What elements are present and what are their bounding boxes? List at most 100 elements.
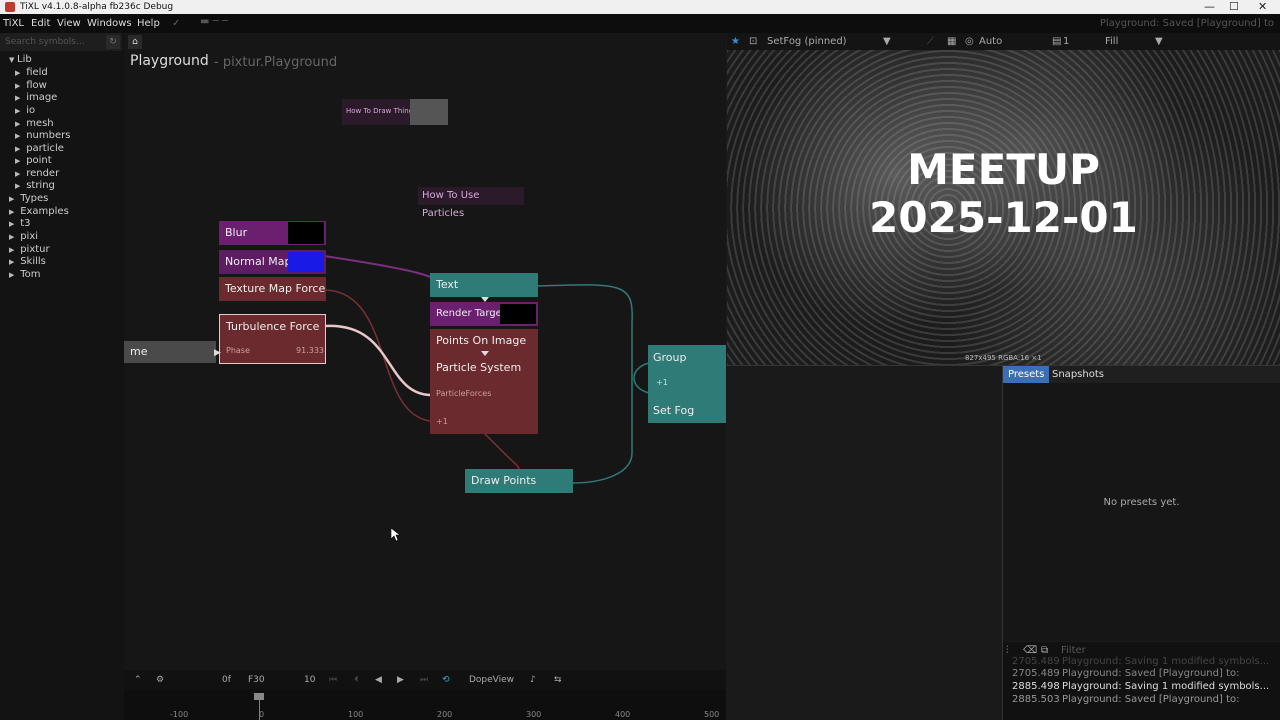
close-icon[interactable]: ✕ bbox=[1258, 0, 1267, 14]
menu-edit[interactable]: Edit bbox=[31, 14, 50, 33]
skip-to-start-icon[interactable]: ⏮ bbox=[329, 670, 337, 690]
menu-tixl[interactable]: TiXL bbox=[3, 14, 24, 33]
tree-item-skills[interactable]: ▶ Skills bbox=[9, 256, 46, 267]
tree-item-flow[interactable]: ▶ flow bbox=[15, 80, 47, 91]
chevron-right-icon: ▶ bbox=[15, 145, 21, 153]
menu-windows[interactable]: Windows bbox=[87, 14, 132, 33]
tree-item-types[interactable]: ▶ Types bbox=[9, 193, 48, 204]
tree-item-string[interactable]: ▶ string bbox=[15, 180, 55, 191]
tree-item-tom[interactable]: ▶ Tom bbox=[9, 269, 40, 280]
node-time[interactable]: me bbox=[124, 341, 216, 363]
menu-view[interactable]: View bbox=[57, 14, 81, 33]
tree-item-mesh[interactable]: ▶ mesh bbox=[15, 118, 54, 129]
node-texture-map-force[interactable]: Texture Map Force bbox=[219, 277, 326, 301]
node-particle-group[interactable]: Points On Image Particle System Particle… bbox=[430, 329, 538, 434]
empty-panel bbox=[727, 366, 1002, 720]
tab-presets[interactable]: Presets bbox=[1003, 366, 1050, 383]
node-thumbnail bbox=[288, 252, 324, 272]
checkmark-icon: ✓ bbox=[172, 18, 181, 29]
tree-item-pixtur[interactable]: ▶ pixtur bbox=[9, 244, 50, 255]
chevron-right-icon: ▶ bbox=[9, 258, 15, 266]
skip-to-end-icon[interactable]: ⏭ bbox=[420, 670, 428, 690]
console-log-panel: ⫶ ⌫ ⧉ Filter 2705.489 Playground: Saving … bbox=[1003, 642, 1280, 720]
camera-mode-icon[interactable]: ◎ bbox=[965, 33, 974, 50]
tree-item-image[interactable]: ▶ image bbox=[15, 92, 57, 103]
annotation-how-to-particles[interactable]: How To Use Particles bbox=[418, 187, 524, 219]
collapse-icon[interactable]: ⌃ bbox=[134, 670, 142, 690]
node-normal-map[interactable]: Normal Map bbox=[219, 250, 326, 274]
timeline-tick: -100 bbox=[170, 710, 189, 719]
save-status: Playground: Saved [Playground] to bbox=[1099, 18, 1274, 29]
node-render-target[interactable]: Render Target bbox=[430, 302, 538, 326]
pin-icon[interactable]: ★ bbox=[731, 33, 740, 50]
play-icon[interactable]: ▶ bbox=[397, 670, 404, 690]
node-particle-system[interactable]: Particle System bbox=[436, 356, 521, 380]
tree-item-pixi[interactable]: ▶ pixi bbox=[9, 231, 38, 242]
tree-item-numbers[interactable]: ▶ numbers bbox=[15, 130, 70, 141]
camera-mode-dropdown[interactable]: Auto bbox=[979, 33, 1002, 50]
pinned-operator-dropdown[interactable]: SetFog (pinned) bbox=[767, 33, 847, 50]
volume-slider[interactable]: ▬ ─ ─ bbox=[200, 12, 228, 31]
maximize-icon[interactable]: ☐ bbox=[1229, 0, 1239, 14]
window-titlebar: TiXL v4.1.0.8-alpha fb236c Debug — ☐ ✕ bbox=[0, 0, 1280, 14]
layer-count[interactable]: 1 bbox=[1063, 33, 1069, 50]
timeline-ruler[interactable]: -100 0 100 200 300 400 500 bbox=[124, 690, 726, 720]
tree-item-lib[interactable]: ▼ Lib bbox=[9, 54, 32, 65]
resolution-readout: 827x495 RGBA:16 ×1 bbox=[965, 354, 1042, 362]
symbol-search-input[interactable]: Search symbols... ↻ bbox=[0, 33, 122, 51]
render-output-image[interactable]: MEETUP 2025-12-01 bbox=[727, 50, 1280, 366]
layers-icon[interactable]: ▤ bbox=[1052, 33, 1061, 50]
group-add-input[interactable]: +1 bbox=[656, 371, 668, 395]
settings-gear-icon[interactable]: ⚙ bbox=[156, 670, 164, 690]
tree-item-field[interactable]: ▶ field bbox=[15, 67, 48, 78]
current-frame[interactable]: 0f bbox=[222, 670, 231, 690]
particle-forces-input[interactable]: ParticleForces bbox=[436, 382, 491, 406]
chevron-right-icon: ▶ bbox=[9, 271, 15, 279]
chevron-right-icon: ▶ bbox=[15, 69, 21, 77]
phase-value[interactable]: 91.333 bbox=[296, 339, 324, 363]
tree-item-examples[interactable]: ▶ Examples bbox=[9, 206, 69, 217]
play-reverse-icon[interactable]: ◀ bbox=[375, 670, 382, 690]
annotation-how-to-draw[interactable]: How To Draw Things bbox=[342, 99, 448, 125]
graph-canvas[interactable]: ⌂ Playground - pixtur.Playground How To … bbox=[124, 33, 726, 670]
viewer-toolbar: ★ ⊡ SetFog (pinned) ▼ ⟋ ▦ ◎ Auto ▤ 1 Fil… bbox=[727, 33, 1280, 50]
step-back-icon[interactable]: ⏴ bbox=[354, 670, 359, 690]
keyframe-icon[interactable]: ⇆ bbox=[554, 670, 562, 690]
node-turbulence-force[interactable]: Turbulence Force Phase 91.333 bbox=[219, 314, 326, 364]
chevron-right-icon: ▶ bbox=[15, 82, 21, 90]
connector-arrow-icon bbox=[481, 297, 489, 302]
grid-icon[interactable]: ▦ bbox=[947, 33, 956, 50]
chevron-down-icon[interactable]: ▼ bbox=[1155, 33, 1163, 50]
minimize-icon[interactable]: — bbox=[1204, 0, 1215, 14]
node-blur[interactable]: Blur bbox=[219, 221, 326, 245]
node-group[interactable]: Group +1 Set Fog bbox=[648, 345, 726, 423]
chevron-right-icon: ▶ bbox=[9, 195, 15, 203]
dopeview-toggle[interactable]: DopeView bbox=[469, 670, 514, 690]
brush-icon[interactable]: ⟋ bbox=[927, 33, 934, 50]
fill-mode-dropdown[interactable]: Fill bbox=[1105, 33, 1118, 50]
tree-item-point[interactable]: ▶ point bbox=[15, 155, 52, 166]
chevron-right-icon: ▶ bbox=[15, 182, 21, 190]
node-draw-points[interactable]: Draw Points bbox=[465, 469, 573, 493]
audio-icon[interactable]: ♪ bbox=[530, 670, 536, 690]
camera-icon[interactable]: ⊡ bbox=[749, 33, 757, 50]
playback-value[interactable]: 10 bbox=[304, 670, 315, 690]
fps-selector[interactable]: F30 bbox=[248, 670, 265, 690]
scroll-lock-icon[interactable]: ⫶ bbox=[1006, 642, 1009, 660]
add-input-button[interactable]: +1 bbox=[436, 410, 448, 434]
tab-snapshots[interactable]: Snapshots bbox=[1047, 366, 1109, 383]
node-text[interactable]: Text bbox=[430, 273, 538, 297]
tree-item-render[interactable]: ▶ render bbox=[15, 168, 59, 179]
chevron-right-icon: ▶ bbox=[15, 170, 21, 178]
loop-icon[interactable]: ⟲ bbox=[442, 670, 450, 690]
chevron-down-icon[interactable]: ▼ bbox=[883, 33, 891, 50]
node-points-on-image[interactable]: Points On Image bbox=[436, 329, 526, 353]
node-set-fog[interactable]: Set Fog bbox=[653, 399, 694, 423]
chevron-right-icon: ▶ bbox=[15, 120, 21, 128]
tree-item-particle[interactable]: ▶ particle bbox=[15, 143, 64, 154]
refresh-icon[interactable]: ↻ bbox=[106, 35, 120, 49]
phase-label: Phase bbox=[226, 346, 250, 355]
tree-item-t3[interactable]: ▶ t3 bbox=[9, 218, 30, 229]
tree-item-io[interactable]: ▶ io bbox=[15, 105, 35, 116]
menu-help[interactable]: Help bbox=[137, 14, 160, 33]
